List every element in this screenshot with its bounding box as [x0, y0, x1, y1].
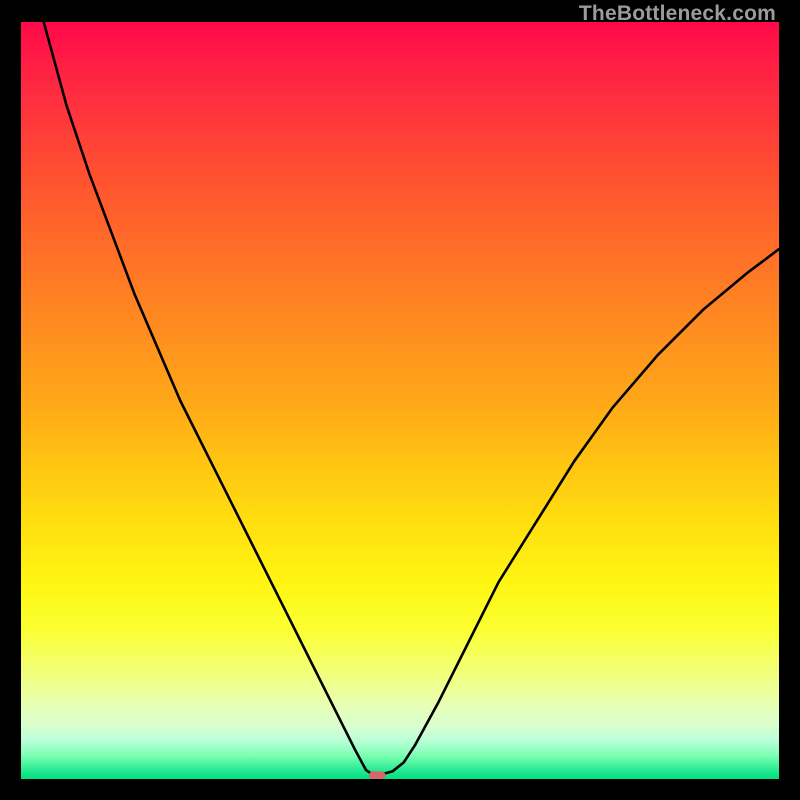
bottleneck-chart: [21, 22, 779, 779]
chart-frame: TheBottleneck.com: [0, 0, 800, 800]
optimal-point-marker: [369, 771, 386, 779]
plot-area: [21, 22, 779, 779]
gradient-background: [21, 22, 779, 779]
